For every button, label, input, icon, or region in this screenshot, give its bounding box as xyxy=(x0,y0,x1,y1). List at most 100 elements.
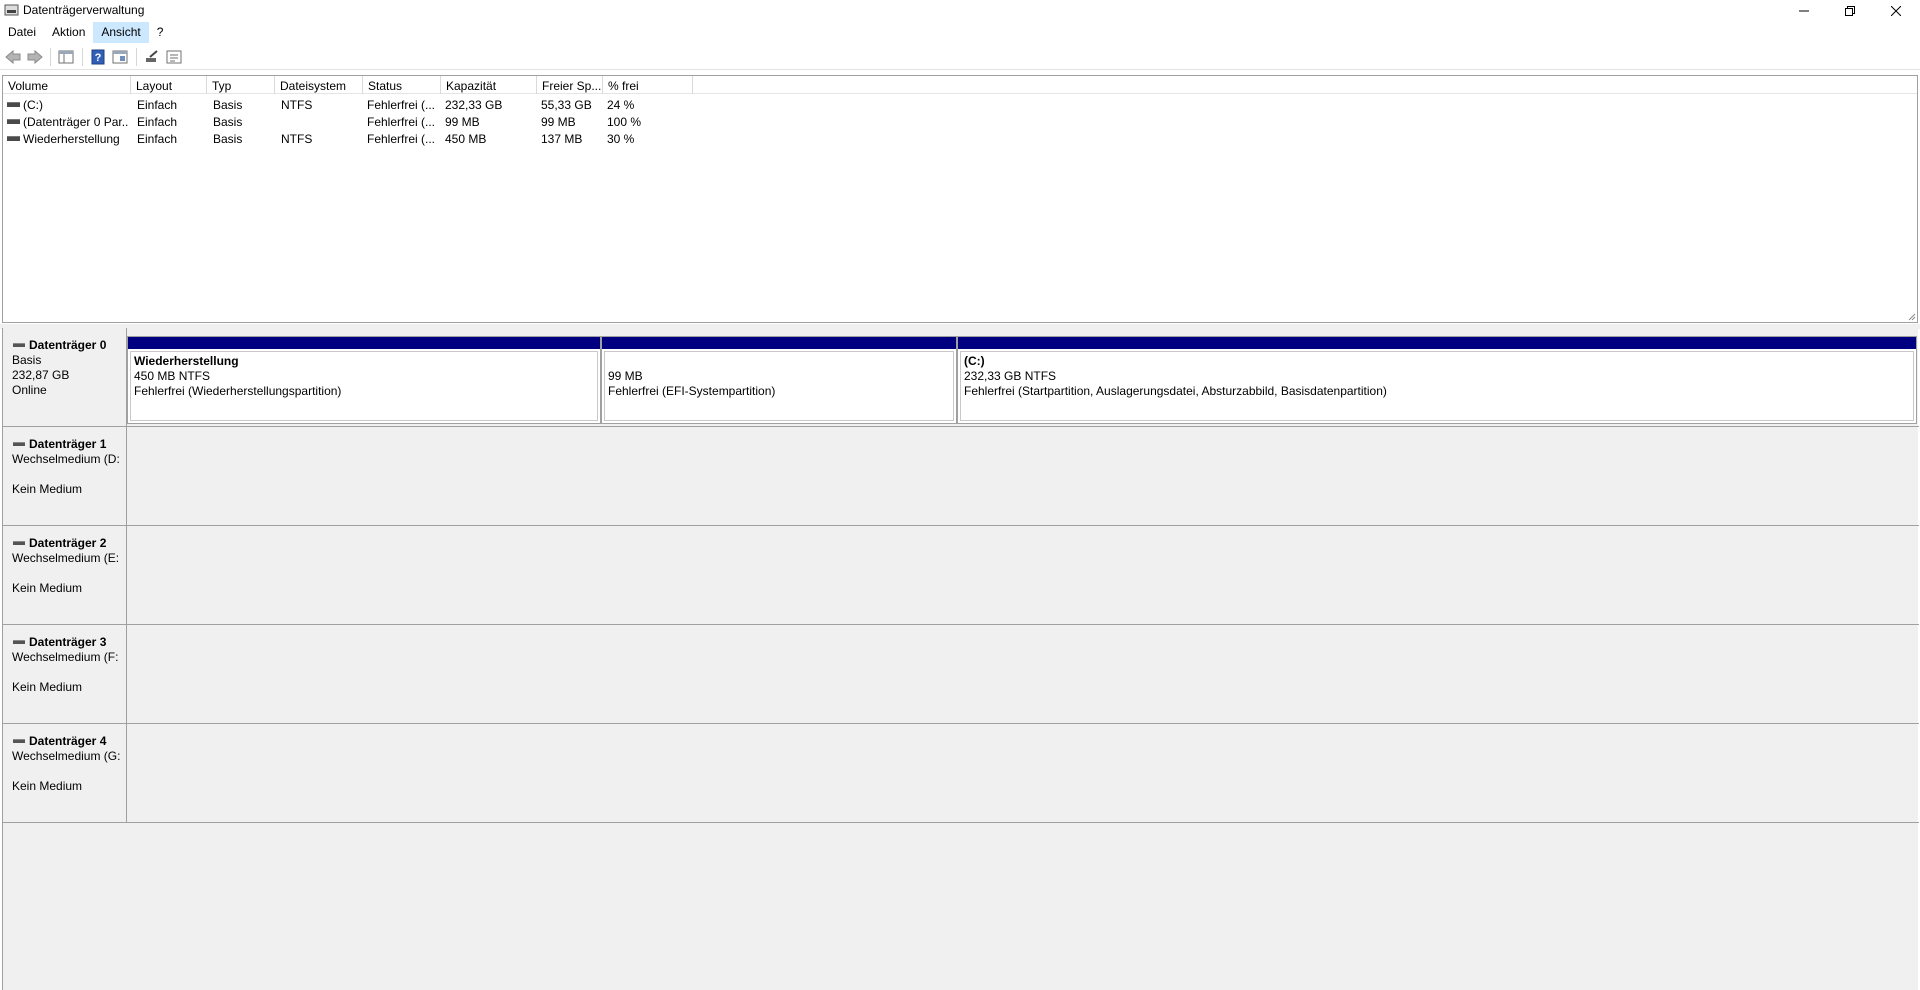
column-typ[interactable]: Typ xyxy=(207,76,275,94)
menu-datei[interactable]: Datei xyxy=(0,22,44,43)
cell-freier-speicher: 99 MB xyxy=(541,115,576,129)
cell-layout: Einfach xyxy=(137,115,178,129)
cell-layout: Einfach xyxy=(137,98,178,112)
cell-kapazitaet: 232,33 GB xyxy=(445,98,503,112)
partition-name: (C:) xyxy=(964,354,985,368)
cell-layout: Einfach xyxy=(137,132,178,146)
disk-name: Datenträger 0 xyxy=(29,338,107,352)
disk-name: Datenträger 3 xyxy=(29,635,107,649)
disk-label[interactable]: Datenträger 4 Wechselmedium (G: Kein Med… xyxy=(3,724,127,822)
table-row[interactable]: Wiederherstellung Einfach Basis NTFS Feh… xyxy=(3,130,1917,147)
cell-freier-speicher: 55,33 GB xyxy=(541,98,592,112)
properties-icon[interactable] xyxy=(112,49,128,65)
disk-status: Kein Medium xyxy=(12,779,83,793)
disk-title-row: Datenträger 2 xyxy=(12,536,126,551)
menu-ansicht[interactable]: Ansicht xyxy=(93,22,149,43)
cell-freier-speicher: 137 MB xyxy=(541,132,583,146)
settings-list-icon[interactable] xyxy=(166,49,182,65)
cell-status: Fehlerfrei (... xyxy=(367,115,436,129)
cell-prozent-frei: 30 % xyxy=(607,132,635,146)
disk-type: Wechselmedium (E: xyxy=(12,551,120,565)
minimize-button[interactable] xyxy=(1781,0,1827,22)
console-tree-icon[interactable] xyxy=(58,49,74,65)
column-kapazitaet[interactable]: Kapazität xyxy=(441,76,537,94)
cell-typ: Basis xyxy=(213,132,243,146)
disk-name: Datenträger 1 xyxy=(29,437,107,451)
partition-bar xyxy=(602,337,956,349)
partition-bar xyxy=(958,337,1916,349)
cell-volume: Wiederherstellung xyxy=(23,132,120,146)
partition-name xyxy=(608,354,953,369)
disk-icon xyxy=(13,541,25,545)
disk-size: 232,87 GB xyxy=(12,368,70,382)
disk-title-row: Datenträger 1 xyxy=(12,437,126,452)
volume-icon xyxy=(7,119,20,124)
cell-typ: Basis xyxy=(213,115,243,129)
partition-status: Fehlerfrei (Wiederherstellungspartition) xyxy=(134,384,342,398)
partition-bar xyxy=(128,337,600,349)
table-row[interactable]: (Datenträger 0 Par... Einfach Basis Fehl… xyxy=(3,113,1917,130)
disk-row-4: Datenträger 4 Wechselmedium (G: Kein Med… xyxy=(3,724,1919,823)
restore-button[interactable] xyxy=(1827,0,1873,22)
partition-name: Wiederherstellung xyxy=(134,354,239,368)
disk-label[interactable]: Datenträger 1 Wechselmedium (D: Kein Med… xyxy=(3,427,127,525)
partition-c[interactable]: (C:) 232,33 GB NTFS Fehlerfrei (Startpar… xyxy=(957,336,1917,424)
disk-type: Wechselmedium (D: xyxy=(12,452,120,466)
rescan-icon[interactable] xyxy=(144,49,160,65)
cell-dateisystem: NTFS xyxy=(281,98,313,112)
partition-info: (C:) 232,33 GB NTFS Fehlerfrei (Startpar… xyxy=(960,351,1914,421)
disk-title-row: Datenträger 4 xyxy=(12,734,126,749)
cell-status: Fehlerfrei (... xyxy=(367,132,436,146)
disk-status: Online xyxy=(12,383,47,397)
cell-kapazitaet: 99 MB xyxy=(445,115,480,129)
close-button[interactable] xyxy=(1873,0,1919,22)
column-volume[interactable]: Volume xyxy=(3,76,131,94)
restore-icon xyxy=(1845,6,1855,16)
column-status[interactable]: Status xyxy=(363,76,441,94)
partition-info: Wiederherstellung 450 MB NTFS Fehlerfrei… xyxy=(130,351,598,421)
disk-icon xyxy=(13,442,25,446)
column-freier-speicher[interactable]: Freier Sp... xyxy=(537,76,603,94)
column-layout[interactable]: Layout xyxy=(131,76,207,94)
disk-graphical-view: Datenträger 0 Basis 232,87 GB Online Wie… xyxy=(2,328,1919,990)
help-icon[interactable]: ? xyxy=(90,49,106,65)
disk-status: Kein Medium xyxy=(12,680,83,694)
partition-size: 450 MB NTFS xyxy=(134,369,211,383)
svg-text:?: ? xyxy=(95,52,102,64)
resize-grip-icon[interactable] xyxy=(1908,313,1916,321)
window-title: Datenträgerverwaltung xyxy=(23,3,145,17)
table-row[interactable]: (C:) Einfach Basis NTFS Fehlerfrei (... … xyxy=(3,96,1917,113)
disk-management-app-icon xyxy=(4,4,19,16)
volume-icon xyxy=(7,136,20,141)
disk-icon xyxy=(13,343,25,347)
disk-icon xyxy=(13,739,25,743)
menu-bar: Datei Aktion Ansicht ? xyxy=(0,22,1920,43)
partition-efi[interactable]: 99 MB Fehlerfrei (EFI-Systempartition) xyxy=(601,336,957,424)
disk-label[interactable]: Datenträger 2 Wechselmedium (E: Kein Med… xyxy=(3,526,127,624)
disk-row-0: Datenträger 0 Basis 232,87 GB Online Wie… xyxy=(3,328,1919,427)
cell-typ: Basis xyxy=(213,98,243,112)
disk-status: Kein Medium xyxy=(12,581,83,595)
disk-label[interactable]: Datenträger 3 Wechselmedium (F: Kein Med… xyxy=(3,625,127,723)
cell-volume: (C:) xyxy=(23,98,43,112)
cell-status: Fehlerfrei (... xyxy=(367,98,436,112)
disk-row-1: Datenträger 1 Wechselmedium (D: Kein Med… xyxy=(3,427,1919,526)
cell-dateisystem: NTFS xyxy=(281,132,313,146)
toolbar: ? xyxy=(0,44,1920,70)
partition-wiederherstellung[interactable]: Wiederherstellung 450 MB NTFS Fehlerfrei… xyxy=(127,336,601,424)
disk-name: Datenträger 2 xyxy=(29,536,107,550)
disk-label[interactable]: Datenträger 0 Basis 232,87 GB Online xyxy=(3,328,127,426)
menu-help[interactable]: ? xyxy=(149,22,172,43)
back-arrow-icon[interactable] xyxy=(5,49,21,65)
menu-aktion[interactable]: Aktion xyxy=(44,22,93,43)
forward-arrow-icon[interactable] xyxy=(27,49,43,65)
volume-list[interactable]: Volume Layout Typ Dateisystem Status Kap… xyxy=(2,75,1918,323)
disk-type: Wechselmedium (G: xyxy=(12,749,121,763)
column-prozent-frei[interactable]: % frei xyxy=(603,76,693,94)
title-bar: Datenträgerverwaltung xyxy=(0,0,1920,22)
cell-prozent-frei: 100 % xyxy=(607,115,642,129)
disk-icon xyxy=(13,640,25,644)
close-icon xyxy=(1891,6,1901,16)
column-dateisystem[interactable]: Dateisystem xyxy=(275,76,363,94)
cell-volume: (Datenträger 0 Par... xyxy=(23,115,129,129)
